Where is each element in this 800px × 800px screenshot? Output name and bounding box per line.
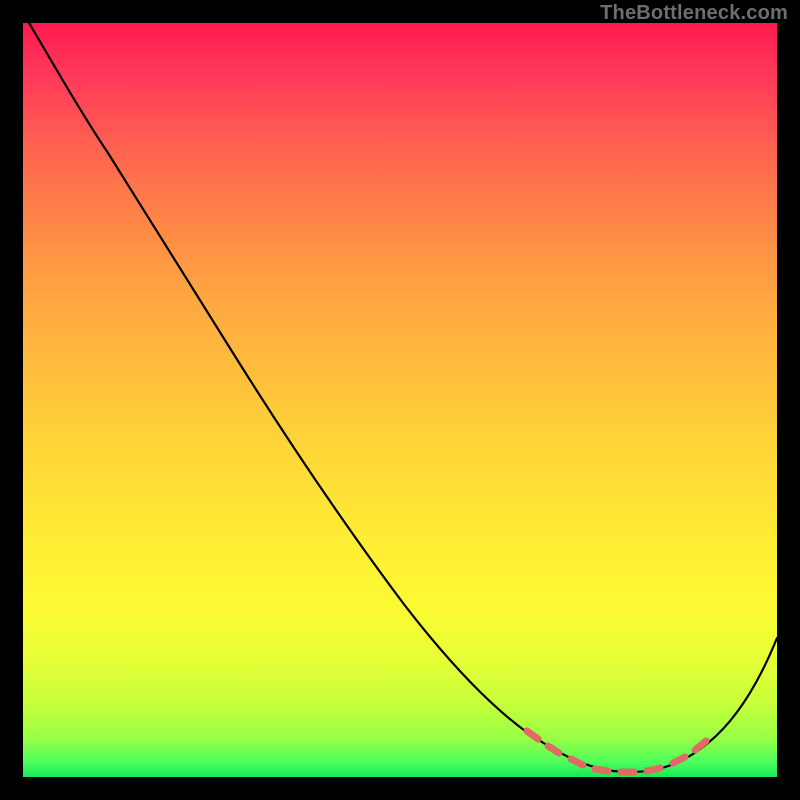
dash-icon bbox=[548, 746, 559, 753]
plot-area bbox=[23, 23, 777, 777]
dash-icon bbox=[571, 759, 583, 765]
dash-icon bbox=[527, 731, 538, 739]
dash-icon bbox=[695, 741, 706, 750]
dash-icon bbox=[595, 769, 608, 771]
chart-frame: TheBottleneck.com bbox=[0, 0, 800, 800]
dash-icon bbox=[673, 757, 685, 763]
chart-svg bbox=[23, 23, 777, 777]
watermark-text: TheBottleneck.com bbox=[600, 2, 788, 25]
bottleneck-curve bbox=[29, 23, 777, 772]
dash-icon bbox=[647, 768, 660, 771]
